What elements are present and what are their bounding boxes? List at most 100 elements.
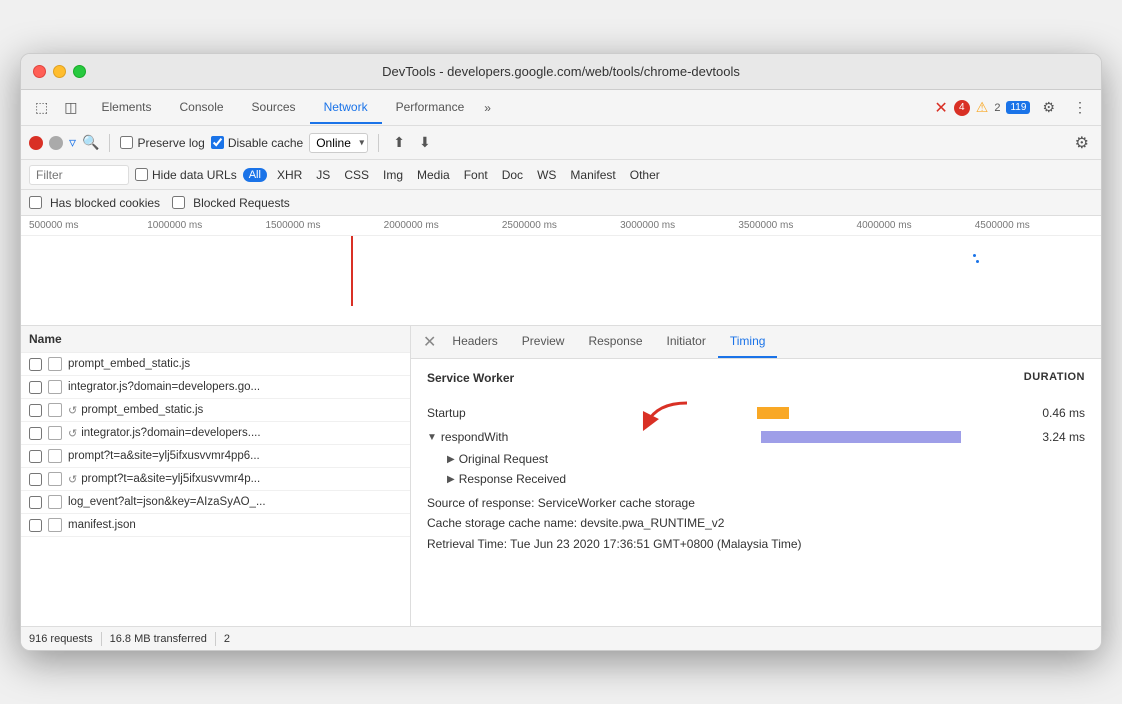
- original-expand[interactable]: ▶: [447, 454, 455, 465]
- main-content: Name prompt_embed_static.js integrator.j…: [21, 326, 1101, 626]
- stop-button[interactable]: [49, 136, 63, 150]
- file-checkbox-5[interactable]: [29, 473, 42, 486]
- tab-preview[interactable]: Preview: [510, 326, 577, 358]
- response-expand[interactable]: ▶: [447, 474, 455, 485]
- filter-xhr[interactable]: XHR: [273, 166, 306, 184]
- blocked-requests-checkbox[interactable]: [172, 196, 185, 209]
- file-item-0[interactable]: prompt_embed_static.js: [21, 353, 410, 376]
- timing-header: Service Worker DURATION: [427, 371, 1085, 393]
- file-icon-4: [48, 449, 62, 463]
- filter-ws[interactable]: WS: [533, 166, 560, 184]
- toolbar-right: ✕ 4 ⚠ 2 119 ⚙ ⋮: [934, 95, 1093, 120]
- settings-button[interactable]: ⚙: [1036, 95, 1061, 120]
- device-toggle-button[interactable]: ◫: [58, 95, 83, 120]
- tab-initiator[interactable]: Initiator: [655, 326, 718, 358]
- more-menu-button[interactable]: ⋮: [1067, 95, 1093, 120]
- minimize-button[interactable]: [53, 65, 66, 78]
- cursor-tool-button[interactable]: ⬚: [29, 95, 54, 120]
- filter-icon[interactable]: ▿: [69, 134, 76, 151]
- service-worker-label: Service Worker: [427, 371, 514, 385]
- file-icon-1: [48, 380, 62, 394]
- tab-performance[interactable]: Performance: [382, 92, 479, 124]
- file-checkbox-4[interactable]: [29, 450, 42, 463]
- filter-media[interactable]: Media: [413, 166, 454, 184]
- respond-label: respondWith: [441, 430, 561, 444]
- all-filter-badge[interactable]: All: [243, 168, 267, 182]
- file-item-3[interactable]: ↺ integrator.js?domain=developers....: [21, 422, 410, 445]
- file-icon-6: [48, 495, 62, 509]
- startup-row: Startup: [427, 405, 1085, 421]
- maximize-button[interactable]: [73, 65, 86, 78]
- close-button[interactable]: [33, 65, 46, 78]
- tab-response[interactable]: Response: [576, 326, 654, 358]
- warn-count: 2: [994, 102, 1000, 114]
- file-item-2[interactable]: ↺ prompt_embed_static.js: [21, 399, 410, 422]
- tab-network[interactable]: Network: [310, 92, 382, 124]
- file-item-4[interactable]: prompt?t=a&site=ylj5ifxusvvmr4pp6...: [21, 445, 410, 468]
- record-button[interactable]: [29, 136, 43, 150]
- download-button[interactable]: ⬇: [415, 132, 435, 153]
- file-item-5[interactable]: ↺ prompt?t=a&site=ylj5ifxusvvmr4p...: [21, 468, 410, 491]
- blocked-requests-label[interactable]: Blocked Requests: [172, 196, 290, 210]
- error-count: 4: [954, 100, 970, 116]
- timeline-ruler: 500000 ms 1000000 ms 1500000 ms 2000000 …: [21, 216, 1101, 236]
- tab-timing[interactable]: Timing: [718, 326, 778, 358]
- filter-js[interactable]: JS: [312, 166, 334, 184]
- filter-other[interactable]: Other: [626, 166, 664, 184]
- status-bar: 916 requests 16.8 MB transferred 2: [21, 626, 1101, 650]
- search-icon[interactable]: 🔍: [82, 134, 99, 151]
- file-checkbox-1[interactable]: [29, 381, 42, 394]
- timeline-mark-6: 3000000 ms: [620, 220, 738, 231]
- hide-data-urls-label[interactable]: Hide data URLs: [135, 168, 237, 182]
- file-icon-7: [48, 518, 62, 532]
- filter-img[interactable]: Img: [379, 166, 407, 184]
- preserve-log-input[interactable]: [120, 136, 133, 149]
- file-checkbox-6[interactable]: [29, 496, 42, 509]
- preserve-log-checkbox[interactable]: Preserve log: [120, 136, 204, 150]
- network-settings-button[interactable]: ⚙: [1071, 131, 1093, 155]
- file-checkbox-0[interactable]: [29, 358, 42, 371]
- timeline-mark-4: 2000000 ms: [384, 220, 502, 231]
- hide-data-urls-checkbox[interactable]: [135, 168, 148, 181]
- filter-font[interactable]: Font: [460, 166, 492, 184]
- tab-console[interactable]: Console: [166, 92, 238, 124]
- tab-elements[interactable]: Elements: [87, 92, 165, 124]
- file-list: Name prompt_embed_static.js integrator.j…: [21, 326, 411, 626]
- request-count: 916 requests: [29, 633, 93, 645]
- tab-headers[interactable]: Headers: [440, 326, 509, 358]
- filter-manifest[interactable]: Manifest: [566, 166, 619, 184]
- filter-css[interactable]: CSS: [340, 166, 373, 184]
- window-title: DevTools - developers.google.com/web/too…: [382, 64, 740, 79]
- devtools-window: DevTools - developers.google.com/web/too…: [20, 53, 1102, 651]
- tab-sources[interactable]: Sources: [238, 92, 310, 124]
- close-detail-button[interactable]: ✕: [419, 326, 440, 358]
- file-checkbox-7[interactable]: [29, 519, 42, 532]
- file-item-6[interactable]: log_event?alt=json&key=AIzaSyAO_...: [21, 491, 410, 514]
- has-blocked-cookies-checkbox[interactable]: [29, 196, 42, 209]
- filter-bar: Hide data URLs All XHR JS CSS Img Media …: [21, 160, 1101, 190]
- extra-count: 2: [224, 633, 230, 645]
- traffic-lights: [33, 65, 86, 78]
- file-checkbox-2[interactable]: [29, 404, 42, 417]
- source-of-response: Source of response: ServiceWorker cache …: [427, 493, 1085, 554]
- startup-bar-area: [557, 405, 1015, 421]
- throttle-select[interactable]: Online: [309, 133, 368, 153]
- file-icon-5: [48, 472, 62, 486]
- file-item-1[interactable]: integrator.js?domain=developers.go...: [21, 376, 410, 399]
- response-received-item[interactable]: ▶ Response Received: [427, 469, 1085, 489]
- filter-input[interactable]: [29, 165, 129, 185]
- filter-doc[interactable]: Doc: [498, 166, 527, 184]
- respond-expand-arrow[interactable]: ▼: [427, 432, 437, 443]
- file-checkbox-3[interactable]: [29, 427, 42, 440]
- timeline-mark-3: 1500000 ms: [265, 220, 383, 231]
- error-icon: ✕: [934, 98, 947, 118]
- upload-button[interactable]: ⬆: [389, 132, 409, 153]
- disable-cache-input[interactable]: [211, 136, 224, 149]
- file-item-7[interactable]: manifest.json: [21, 514, 410, 537]
- status-sep-2: [215, 632, 216, 646]
- has-blocked-cookies-label[interactable]: Has blocked cookies: [29, 196, 160, 210]
- disable-cache-checkbox[interactable]: Disable cache: [211, 136, 303, 150]
- original-request-item[interactable]: ▶ Original Request: [427, 449, 1085, 469]
- more-tabs-button[interactable]: »: [478, 93, 497, 123]
- separator2: [378, 134, 379, 152]
